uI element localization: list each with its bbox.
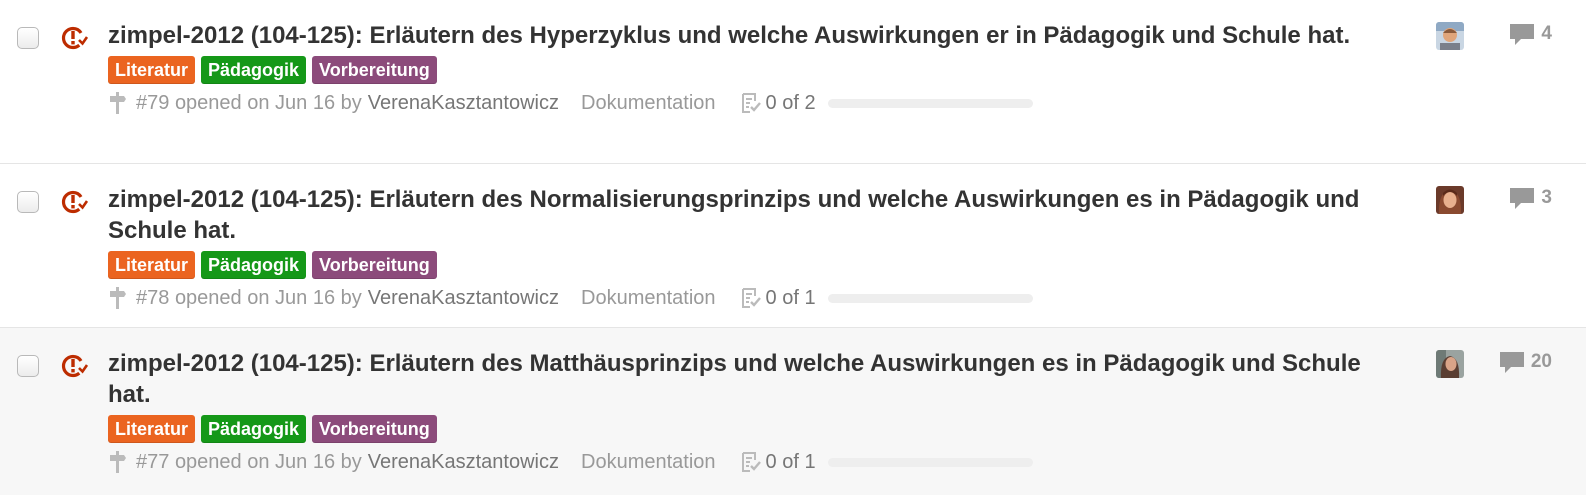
task-progress-bar (827, 98, 1033, 108)
comment-count: 3 (1541, 187, 1552, 208)
milestone-link[interactable]: Dokumentation (581, 287, 716, 310)
task-count: 0 of 2 (765, 91, 816, 114)
avatar-image (1436, 186, 1464, 214)
issue-title[interactable]: zimpel-2012 (104-125): Erläutern des Mat… (108, 348, 1408, 410)
checklist-icon (741, 452, 761, 472)
task-progress-bar (827, 293, 1033, 303)
select-checkbox[interactable] (17, 191, 39, 213)
label-list: Literatur Pädagogik Vorbereitung (108, 415, 1408, 444)
avatar-image (1436, 22, 1464, 50)
issue-title[interactable]: zimpel-2012 (104-125): Erläutern des Nor… (108, 184, 1408, 246)
label-vorbereitung[interactable]: Vorbereitung (312, 415, 437, 443)
issue-opened-icon (61, 26, 88, 50)
assignee-avatar[interactable] (1436, 22, 1464, 50)
label-vorbereitung[interactable]: Vorbereitung (312, 251, 437, 279)
task-progress-bar (827, 457, 1033, 467)
comment-icon (1510, 188, 1535, 209)
issue-number: #78 (136, 286, 170, 309)
label-paedagogik[interactable]: Pädagogik (201, 251, 307, 279)
issue-number: #77 (136, 450, 170, 473)
issue-opened-icon (61, 190, 88, 214)
milestone-link[interactable]: Dokumentation (581, 451, 716, 474)
task-count: 0 of 1 (765, 450, 816, 473)
issue-meta: #77 opened on Jun 16 by VerenaKasztantow… (108, 447, 1408, 477)
label-vorbereitung[interactable]: Vorbereitung (312, 56, 437, 84)
milestone-icon (110, 92, 126, 114)
comment-count-link[interactable]: 4 (1509, 22, 1552, 46)
task-count: 0 of 1 (765, 286, 816, 309)
issue-meta: #79 opened on Jun 16 by VerenaKasztantow… (108, 88, 1408, 118)
label-list: Literatur Pädagogik Vorbereitung (108, 251, 1408, 280)
checklist-icon (741, 288, 761, 308)
comment-count-link[interactable]: 20 (1499, 350, 1552, 374)
opened-text: opened on Jun 16 by (174, 91, 362, 114)
milestone-icon (110, 287, 126, 309)
comment-icon (1510, 24, 1535, 45)
avatar-image (1436, 350, 1464, 378)
select-checkbox[interactable] (17, 355, 39, 377)
milestone-icon (110, 451, 126, 473)
milestone-link[interactable]: Dokumentation (581, 92, 716, 115)
label-paedagogik[interactable]: Pädagogik (201, 56, 307, 84)
assignee-avatar[interactable] (1436, 186, 1464, 214)
label-literatur[interactable]: Literatur (108, 251, 196, 279)
issue-meta: #78 opened on Jun 16 by VerenaKasztantow… (108, 283, 1408, 313)
issue-number: #79 (136, 91, 170, 114)
assignee-avatar[interactable] (1436, 350, 1464, 378)
label-literatur[interactable]: Literatur (108, 56, 196, 84)
opened-text: opened on Jun 16 by (174, 286, 362, 309)
issue-opened-icon (61, 354, 88, 378)
comment-icon (1499, 352, 1524, 373)
checklist-icon (741, 93, 761, 113)
issue-title[interactable]: zimpel-2012 (104-125): Erläutern des Hyp… (108, 20, 1408, 51)
author-link[interactable]: VerenaKasztantowicz (368, 287, 559, 310)
comment-count: 20 (1530, 351, 1552, 372)
issue-row[interactable]: zimpel-2012 (104-125): Erläutern des Hyp… (0, 0, 1586, 164)
label-list: Literatur Pädagogik Vorbereitung (108, 56, 1408, 85)
label-paedagogik[interactable]: Pädagogik (201, 415, 307, 443)
issue-row[interactable]: zimpel-2012 (104-125): Erläutern des Mat… (0, 328, 1586, 495)
issue-list: zimpel-2012 (104-125): Erläutern des Hyp… (0, 0, 1586, 495)
comment-count-link[interactable]: 3 (1509, 186, 1552, 210)
author-link[interactable]: VerenaKasztantowicz (368, 451, 559, 474)
label-literatur[interactable]: Literatur (108, 415, 196, 443)
comment-count: 4 (1541, 23, 1552, 44)
select-checkbox[interactable] (17, 27, 39, 49)
author-link[interactable]: VerenaKasztantowicz (368, 92, 559, 115)
opened-text: opened on Jun 16 by (174, 450, 362, 473)
issue-row[interactable]: zimpel-2012 (104-125): Erläutern des Nor… (0, 164, 1586, 328)
